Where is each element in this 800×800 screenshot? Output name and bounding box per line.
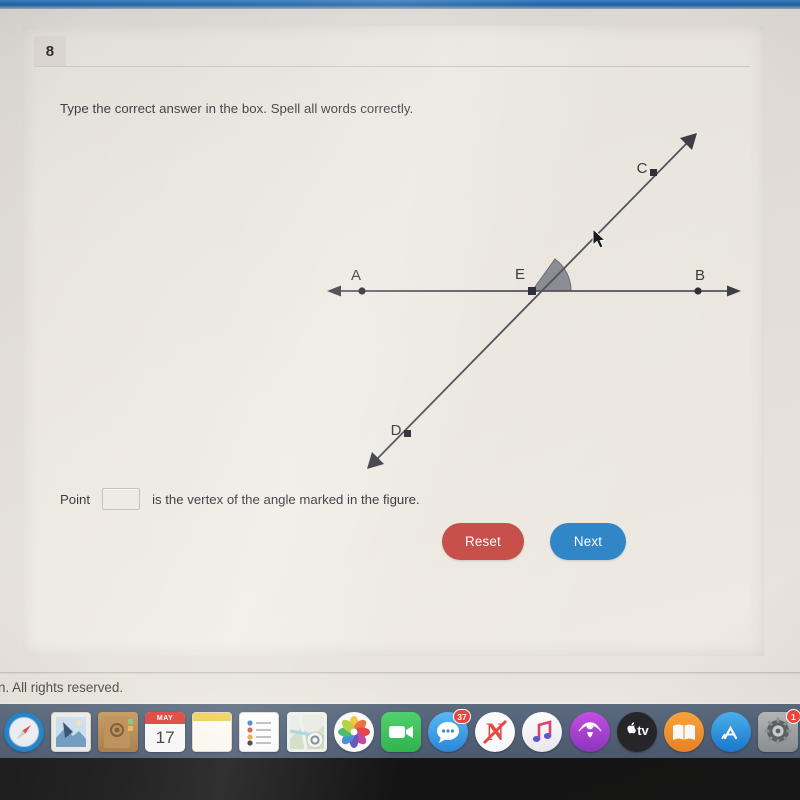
dock-item-contacts[interactable] xyxy=(96,710,139,754)
dock-item-books[interactable] xyxy=(662,710,705,754)
podcasts-antenna-glyph xyxy=(577,722,602,738)
dock-item-mail[interactable] xyxy=(49,710,92,754)
point-label-a: A xyxy=(351,267,361,284)
dock-item-photos[interactable] xyxy=(332,710,375,754)
arrowhead-lower-left xyxy=(367,452,384,469)
dock-item-appletv[interactable]: tv xyxy=(615,710,658,754)
appletv-wordmark-glyph: tv xyxy=(627,722,649,738)
dock-item-messages[interactable]: 37 xyxy=(427,709,471,754)
news-icon: N xyxy=(475,712,516,752)
copyright-text: n. All rights reserved. xyxy=(0,680,124,695)
mouse-cursor-icon xyxy=(592,228,607,249)
reset-button-label: Reset xyxy=(465,534,501,549)
photos-pinwheel-glyph xyxy=(337,716,370,748)
mail-icon xyxy=(50,712,91,752)
instruction-text: Type the correct answer in the box. Spel… xyxy=(60,101,414,116)
facetime-icon xyxy=(380,712,421,752)
reminders-list-glyph xyxy=(247,720,272,746)
point-marker-d xyxy=(404,430,411,437)
dock-item-maps[interactable] xyxy=(285,710,328,754)
arrowhead-left xyxy=(327,285,341,297)
contacts-icon xyxy=(97,712,138,752)
point-marker-e xyxy=(528,287,536,295)
screen-photo-backdrop: 8 Type the correct answer in the box. Sp… xyxy=(0,0,800,800)
notes-icon xyxy=(192,712,233,752)
geometry-figure: A B C D E xyxy=(22,26,764,656)
dock-item-facetime[interactable] xyxy=(379,710,422,754)
assessment-page: 8 Type the correct answer in the box. Sp… xyxy=(0,9,800,672)
point-marker-c xyxy=(650,169,657,176)
desk-surface xyxy=(0,758,800,800)
dock-item-system-preferences[interactable]: 1 xyxy=(757,709,800,754)
dock-item-podcasts[interactable] xyxy=(568,710,611,754)
browser-chrome-strip xyxy=(0,0,800,9)
safari-compass-glyph xyxy=(8,717,39,747)
macos-dock: MAY 17 37 tv 1 xyxy=(0,702,800,758)
action-button-row: Reset Next xyxy=(442,523,626,560)
dock-item-app-store[interactable] xyxy=(710,710,753,754)
calendar-month: MAY xyxy=(145,712,186,724)
maps-glyph xyxy=(289,714,324,750)
next-button[interactable]: Next xyxy=(550,523,626,560)
answer-trail-text: is the vertex of the angle marked in the… xyxy=(152,491,420,507)
dock-item-safari[interactable] xyxy=(2,710,45,754)
point-marker-a xyxy=(358,287,366,295)
calendar-day: 17 xyxy=(155,728,175,747)
point-label-c: C xyxy=(637,160,648,177)
safari-icon xyxy=(3,712,44,752)
point-label-d: D xyxy=(391,422,402,439)
figure-svg: A B C D E xyxy=(327,133,741,469)
appletv-label: tv xyxy=(637,723,649,738)
dock-item-reminders[interactable] xyxy=(238,710,281,754)
arrowhead-upper-right xyxy=(680,133,697,150)
system-preferences-badge: 1 xyxy=(785,709,800,724)
answer-lead-text: Point xyxy=(60,491,91,507)
answer-input[interactable] xyxy=(102,488,141,510)
question-card: 8 Type the correct answer in the box. Sp… xyxy=(22,26,764,656)
app-store-icon xyxy=(711,712,752,752)
books-open-glyph xyxy=(672,724,695,740)
music-note-glyph xyxy=(533,720,552,742)
messages-badge: 37 xyxy=(453,709,471,724)
dock-item-calendar[interactable]: MAY 17 xyxy=(144,710,187,754)
dock-item-notes[interactable] xyxy=(191,710,234,754)
card-glare-overlay xyxy=(22,26,764,656)
books-icon xyxy=(663,712,704,752)
question-number-tab[interactable]: 8 xyxy=(34,36,66,66)
arrowhead-right xyxy=(727,285,741,297)
music-icon xyxy=(522,712,563,752)
answer-sentence: Point is the vertex of the angle marked … xyxy=(60,488,420,510)
dock-item-news[interactable]: N xyxy=(474,710,517,754)
point-label-e: E xyxy=(515,266,525,283)
dock-item-music[interactable] xyxy=(521,710,564,754)
app-store-a-glyph xyxy=(721,725,738,740)
question-number: 8 xyxy=(45,42,55,60)
next-button-label: Next xyxy=(573,534,603,549)
facetime-camera-glyph xyxy=(388,726,413,738)
contacts-book-glyph xyxy=(103,716,133,748)
calendar-icon: MAY 17 xyxy=(145,712,186,752)
maps-icon xyxy=(286,712,327,752)
point-marker-b xyxy=(694,287,702,295)
photos-icon xyxy=(333,712,374,752)
point-label-b: B xyxy=(695,267,705,284)
appletv-icon: tv xyxy=(616,712,657,752)
question-divider xyxy=(34,66,750,67)
marked-angle-wedge xyxy=(531,258,572,292)
reminders-icon xyxy=(239,712,280,752)
podcasts-icon xyxy=(569,712,610,752)
reset-button[interactable]: Reset xyxy=(442,523,524,560)
news-n-glyph: N xyxy=(483,719,508,746)
mail-stamp-glyph xyxy=(55,717,86,747)
line-cd xyxy=(376,142,688,460)
